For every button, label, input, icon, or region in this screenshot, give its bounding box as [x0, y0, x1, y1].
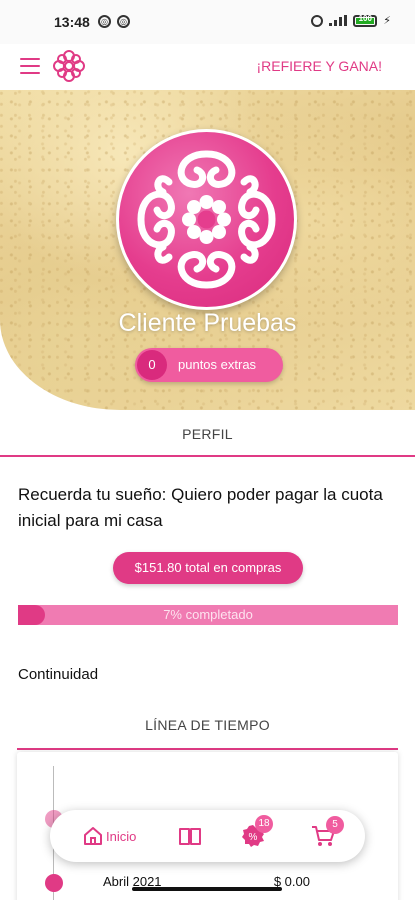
profile-section-title[interactable]: PERFIL — [0, 426, 415, 442]
timeline-section-title[interactable]: LÍNEA DE TIEMPO — [0, 717, 415, 733]
profile-hero: Cliente Pruebas 0 puntos extras — [0, 90, 415, 410]
continuity-label: Continuidad — [18, 666, 99, 683]
refer-and-earn-link[interactable]: ¡REFIERE Y GANA! — [256, 58, 382, 74]
avatar-ornament-icon — [137, 150, 276, 289]
nav-promotions[interactable]: % 18 — [240, 810, 273, 862]
extra-points-badge[interactable]: 0 puntos extras — [135, 348, 283, 382]
notification-icon: ◎ — [117, 15, 130, 28]
alarm-icon — [311, 14, 324, 27]
points-count: 0 — [137, 350, 167, 380]
logo-icon — [53, 50, 85, 82]
status-icons: 100 ⚡ — [311, 14, 391, 27]
total-purchases-button[interactable]: $151.80 total en compras — [113, 552, 303, 584]
timeline-divider — [17, 748, 398, 750]
menu-icon[interactable] — [20, 58, 40, 74]
nav-home[interactable]: Inicio — [82, 810, 136, 862]
notification-icon: ◎ — [98, 15, 111, 28]
bottom-navigation: Inicio % 18 5 — [50, 810, 365, 862]
battery-icon: 100 — [353, 14, 378, 27]
home-icon — [84, 827, 102, 845]
progress-label: 7% completado — [163, 607, 253, 622]
status-bar: 13:48 ◎ ◎ 100 ⚡ — [0, 0, 415, 44]
nav-catalog[interactable] — [178, 810, 202, 862]
svg-text:%: % — [249, 832, 258, 843]
timeline-dot — [45, 874, 63, 892]
status-time: 13:48 — [54, 14, 90, 30]
cart-badge: 5 — [326, 816, 344, 834]
charging-icon: ⚡ — [383, 15, 391, 27]
home-indicator — [132, 887, 282, 891]
book-icon — [179, 828, 201, 845]
profile-name: Cliente Pruebas — [118, 309, 297, 337]
app-header: ¡REFIERE Y GANA! — [0, 44, 415, 90]
nav-home-label: Inicio — [106, 828, 137, 844]
signal-icon — [329, 15, 348, 26]
avatar[interactable] — [116, 129, 297, 310]
section-divider — [0, 455, 415, 457]
points-label: puntos extras — [178, 357, 257, 372]
nav-cart[interactable]: 5 — [310, 810, 344, 862]
goal-progress-bar: 7% completado — [18, 605, 398, 625]
promo-badge: 18 — [255, 815, 273, 833]
dream-text: Recuerda tu sueño: Quiero poder pagar la… — [18, 485, 383, 530]
